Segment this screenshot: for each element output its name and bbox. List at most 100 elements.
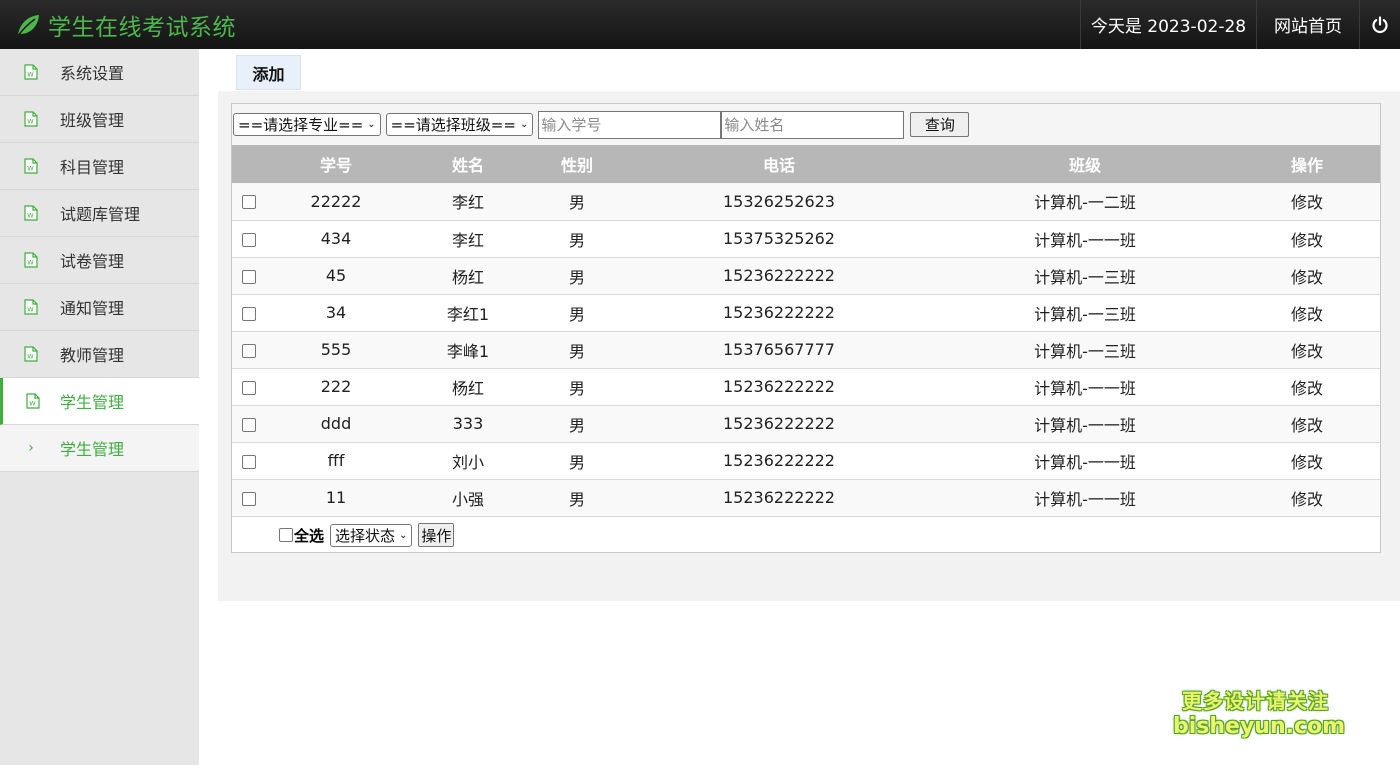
sidebar-item-2[interactable]: W 科目管理 <box>0 143 199 190</box>
sidebar-subitem-student[interactable]: › 学生管理 <box>0 425 199 472</box>
document-icon: W <box>0 346 60 362</box>
cell-student-no: 45 <box>325 266 347 285</box>
header-checkbox-col <box>232 145 268 183</box>
sidebar-item-1[interactable]: W 班级管理 <box>0 96 199 143</box>
cell-student-no: ddd <box>320 414 352 433</box>
cell-student-no: 434 <box>320 229 352 248</box>
cell-gender: 男 <box>568 415 585 435</box>
edit-link[interactable]: 修改 <box>1234 405 1380 442</box>
header-actions: 操作 <box>1290 156 1323 175</box>
cell-name: 333 <box>452 414 484 433</box>
main-content: 添加 ==请选择专业== ⌄ ==请选择班级== ⌄ 输入学号 输入姓名 查询 <box>199 49 1400 765</box>
edit-link[interactable]: 修改 <box>1234 331 1380 368</box>
cell-name: 杨红 <box>451 267 484 287</box>
row-checkbox-cell <box>232 479 268 516</box>
class-select-value: ==请选择班级== <box>390 116 516 134</box>
edit-link[interactable]: 修改 <box>1234 368 1380 405</box>
cell-name: 小强 <box>451 489 484 509</box>
chevron-down-icon: ⌄ <box>367 119 376 130</box>
sidebar-item-4[interactable]: W 试卷管理 <box>0 237 199 284</box>
svg-text:W: W <box>29 400 36 408</box>
edit-link[interactable]: 修改 <box>1234 294 1380 331</box>
cell-phone: 15236222222 <box>723 451 835 470</box>
cell-name: 李红 <box>451 193 484 213</box>
logout-button[interactable] <box>1359 0 1400 49</box>
operate-button[interactable]: 操作 <box>418 523 455 547</box>
cell-class: 计算机-一二班 <box>1034 193 1136 213</box>
svg-text:W: W <box>27 306 34 314</box>
sidebar-item-5[interactable]: W 通知管理 <box>0 284 199 331</box>
row-checkbox[interactable] <box>242 454 256 469</box>
table-row: 45 杨红 男 15236222222 计算机-一三班 修改 <box>232 257 1380 294</box>
cell-student-no: 22222 <box>310 191 362 211</box>
document-icon: W <box>0 252 60 268</box>
content-panel: ==请选择专业== ⌄ ==请选择班级== ⌄ 输入学号 输入姓名 查询 学号 … <box>218 91 1400 601</box>
cell-class: 计算机-一一班 <box>1034 230 1136 250</box>
row-checkbox[interactable] <box>242 306 256 321</box>
header-phone: 电话 <box>762 156 795 175</box>
sidebar: W 系统设置 W 班级管理 W 科目管理 W 试题库管理 W 试卷管理 W 通知管理 W 教师管理 W 学生管… <box>0 49 199 765</box>
sidebar-item-label: 系统设置 <box>60 64 125 83</box>
document-icon: W <box>0 64 60 80</box>
cell-phone: 15236222222 <box>723 488 835 507</box>
row-checkbox-cell <box>232 220 268 257</box>
edit-link[interactable]: 修改 <box>1234 220 1380 257</box>
cell-class: 计算机-一一班 <box>1034 415 1136 435</box>
top-header: 学生在线考试系统 今天是 2023-02-28 网站首页 <box>0 0 1400 49</box>
row-checkbox[interactable] <box>242 380 256 395</box>
select-all-label: 全选 <box>294 526 325 545</box>
edit-link[interactable]: 修改 <box>1234 257 1380 294</box>
status-select[interactable]: 选择状态 ⌄ <box>330 523 413 547</box>
sidebar-item-label: 学生管理 <box>60 393 125 412</box>
row-checkbox[interactable] <box>242 343 256 358</box>
sidebar-item-7[interactable]: W 学生管理 <box>0 378 199 425</box>
sidebar-item-6[interactable]: W 教师管理 <box>0 331 199 378</box>
cell-gender: 男 <box>568 452 585 472</box>
row-checkbox-cell <box>232 257 268 294</box>
cell-class: 计算机-一三班 <box>1034 341 1136 361</box>
cell-phone: 15236222222 <box>723 266 835 285</box>
cell-phone: 15236222222 <box>723 414 835 433</box>
document-icon: W <box>0 205 60 221</box>
cell-gender: 男 <box>568 304 585 324</box>
edit-link[interactable]: 修改 <box>1234 479 1380 516</box>
sidebar-item-3[interactable]: W 试题库管理 <box>0 190 199 237</box>
row-checkbox[interactable] <box>242 491 256 506</box>
document-icon: W <box>0 158 60 174</box>
sidebar-item-label: 教师管理 <box>60 346 125 365</box>
power-icon <box>1372 15 1388 33</box>
add-button[interactable]: 添加 <box>236 55 301 90</box>
chevron-down-icon: ⌄ <box>519 119 529 130</box>
cell-phone: 15236222222 <box>723 303 835 322</box>
sidebar-item-label: 试卷管理 <box>60 252 125 271</box>
cell-class: 计算机-一一班 <box>1034 489 1136 509</box>
row-checkbox-cell <box>232 183 268 220</box>
edit-link[interactable]: 修改 <box>1234 442 1380 479</box>
home-link[interactable]: 网站首页 <box>1256 0 1359 49</box>
row-checkbox[interactable] <box>242 195 256 210</box>
svg-text:W: W <box>27 259 34 267</box>
cell-gender: 男 <box>568 267 585 287</box>
major-select-value: ==请选择专业== <box>238 116 364 134</box>
row-checkbox[interactable] <box>242 417 256 432</box>
watermark: 更多设计请关注 bisheyun.com <box>1173 688 1345 740</box>
table-row: 434 李红 男 15375325262 计算机-一一班 修改 <box>232 220 1380 257</box>
query-button[interactable]: 查询 <box>910 112 970 137</box>
name-input[interactable]: 输入姓名 <box>721 110 905 139</box>
major-select[interactable]: ==请选择专业== ⌄ <box>233 113 381 136</box>
edit-link[interactable]: 修改 <box>1234 183 1380 220</box>
table-row: 34 李红1 男 15236222222 计算机-一三班 修改 <box>232 294 1380 331</box>
row-checkbox-cell <box>232 331 268 368</box>
row-checkbox[interactable] <box>242 232 256 247</box>
cell-gender: 男 <box>568 230 585 250</box>
sidebar-item-0[interactable]: W 系统设置 <box>0 49 199 96</box>
svg-text:W: W <box>27 118 34 126</box>
row-checkbox[interactable] <box>242 269 256 284</box>
class-select[interactable]: ==请选择班级== ⌄ <box>385 113 534 136</box>
cell-name: 杨红 <box>451 378 484 398</box>
date-display: 今天是 2023-02-28 <box>1080 0 1256 49</box>
select-all-checkbox[interactable] <box>279 528 293 542</box>
student-no-input[interactable]: 输入学号 <box>538 110 722 139</box>
row-checkbox-cell <box>232 442 268 479</box>
cell-student-no: 34 <box>325 303 347 322</box>
